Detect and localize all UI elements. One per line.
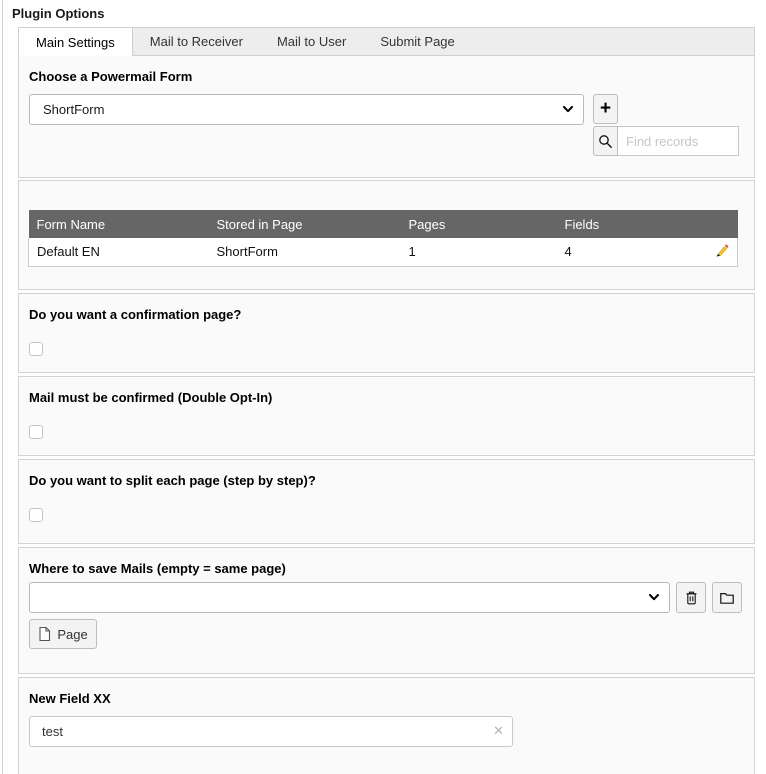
cell-pages: 1 — [401, 238, 557, 266]
page-button[interactable]: Page — [29, 619, 97, 649]
split-pages-label: Do you want to split each page (step by … — [29, 469, 742, 498]
page-icon — [38, 626, 51, 642]
section-new-field: New Field XX ✕ — [18, 677, 755, 774]
header-form-name: Form Name — [29, 210, 209, 238]
tab-bar: Main Settings Mail to Receiver Mail to U… — [18, 27, 755, 55]
confirmation-page-label: Do you want a confirmation page? — [29, 303, 742, 332]
chevron-down-icon — [563, 106, 573, 113]
new-record-button[interactable]: + — [593, 94, 618, 124]
save-mails-label: Where to save Mails (empty = same page) — [29, 557, 742, 582]
new-field-input[interactable] — [29, 716, 513, 747]
panel-left-border — [2, 0, 3, 774]
section-choose-form: Choose a Powermail Form ShortForm + — [18, 55, 755, 178]
section-form-table: Form Name Stored in Page Pages Fields De… — [18, 180, 755, 290]
section-double-opt-in: Mail must be confirmed (Double Opt-In) — [18, 376, 755, 456]
pencil-icon — [714, 242, 730, 258]
powermail-form-select-value: ShortForm — [43, 102, 563, 117]
folder-icon — [719, 591, 735, 605]
forms-table: Form Name Stored in Page Pages Fields De… — [28, 210, 738, 267]
cell-stored-in-page: ShortForm — [209, 238, 401, 266]
double-opt-in-checkbox[interactable] — [29, 425, 43, 439]
cell-fields: 4 — [557, 238, 677, 266]
table-header-row: Form Name Stored in Page Pages Fields — [29, 210, 738, 238]
browse-folder-button[interactable] — [712, 582, 742, 613]
choose-form-label: Choose a Powermail Form — [29, 65, 742, 94]
section-split-pages: Do you want to split each page (step by … — [18, 459, 755, 544]
delete-button[interactable] — [676, 582, 706, 613]
search-button[interactable] — [593, 126, 618, 156]
page-title: Plugin Options — [0, 0, 766, 27]
chevron-down-icon — [649, 594, 659, 601]
new-field-label: New Field XX — [29, 687, 742, 716]
powermail-form-select[interactable]: ShortForm — [29, 94, 584, 125]
edit-record-button[interactable] — [714, 242, 730, 258]
clear-icon[interactable]: ✕ — [493, 723, 504, 739]
cell-actions — [677, 238, 738, 266]
plugin-options-panel: Main Settings Mail to Receiver Mail to U… — [18, 27, 755, 774]
trash-icon — [684, 590, 699, 606]
section-save-mails: Where to save Mails (empty = same page) — [18, 547, 755, 674]
section-confirmation-page: Do you want a confirmation page? — [18, 293, 755, 373]
header-actions — [677, 210, 738, 238]
tab-mail-to-receiver[interactable]: Mail to Receiver — [133, 28, 260, 55]
header-stored-in-page: Stored in Page — [209, 210, 401, 238]
double-opt-in-label: Mail must be confirmed (Double Opt-In) — [29, 386, 742, 415]
search-icon — [598, 134, 613, 149]
cell-form-name: Default EN — [29, 238, 209, 266]
plus-icon: + — [600, 98, 611, 120]
page-button-label: Page — [57, 627, 87, 642]
header-pages: Pages — [401, 210, 557, 238]
tab-mail-to-user[interactable]: Mail to User — [260, 28, 363, 55]
table-row: Default EN ShortForm 1 4 — [29, 238, 738, 266]
split-pages-checkbox[interactable] — [29, 508, 43, 522]
save-mails-select[interactable] — [29, 582, 670, 613]
header-fields: Fields — [557, 210, 677, 238]
tab-main-settings[interactable]: Main Settings — [18, 27, 133, 56]
confirmation-page-checkbox[interactable] — [29, 342, 43, 356]
find-records-input[interactable] — [618, 126, 739, 156]
tab-submit-page[interactable]: Submit Page — [363, 28, 471, 55]
